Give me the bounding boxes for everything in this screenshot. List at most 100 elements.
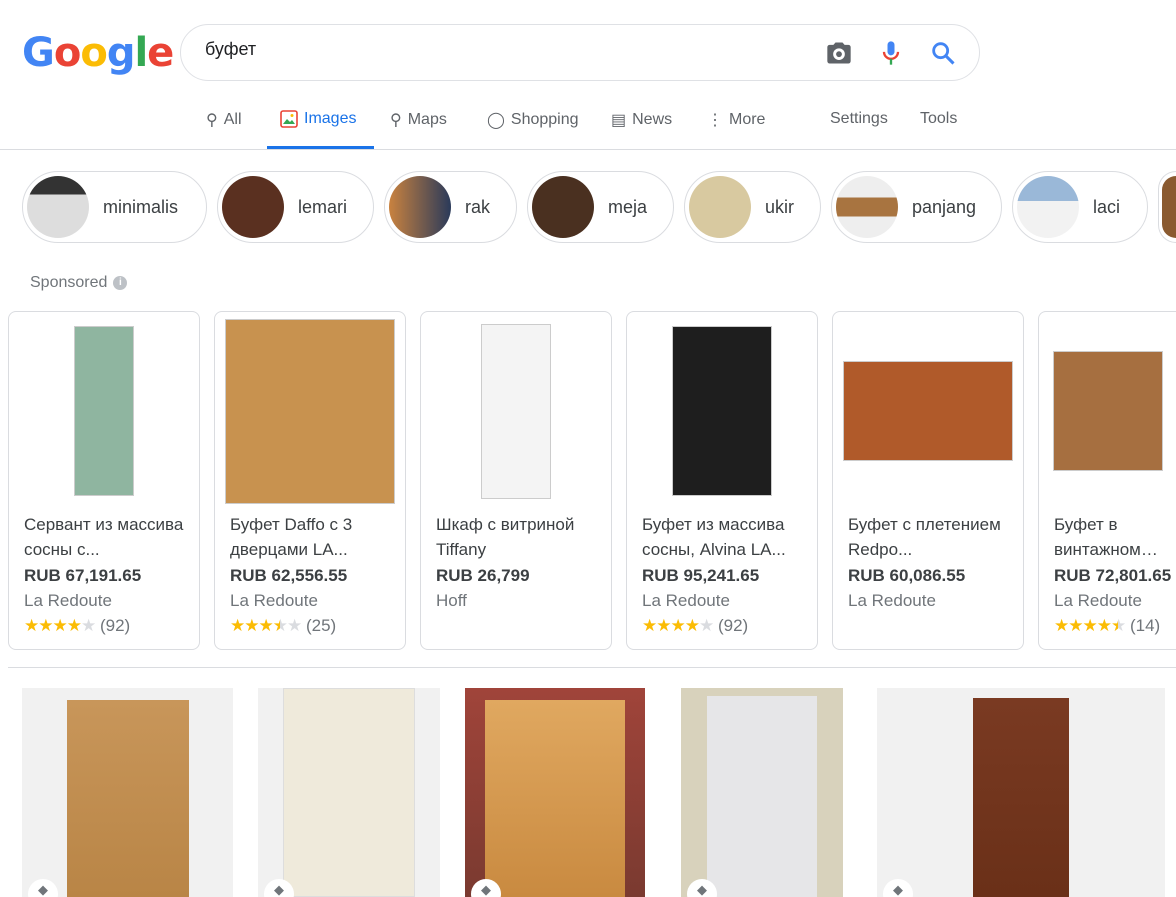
result-image [485, 700, 625, 897]
image-result[interactable]: ◆ [258, 688, 440, 897]
rating-stars: ★★★★★ [230, 616, 302, 635]
chip-label: panjang [912, 196, 977, 217]
chip-label: minimalis [103, 196, 179, 217]
settings-label: Settings [830, 110, 888, 127]
tab-label: Images [304, 110, 357, 127]
product-rating: ★★★★★ (92) [642, 616, 748, 636]
product-merchant: La Redoute [1054, 591, 1142, 610]
product-merchant: La Redoute [230, 591, 318, 610]
result-image [283, 688, 415, 897]
image-result[interactable]: ◆ [681, 688, 843, 897]
tab-news[interactable]: ▤ News [611, 110, 672, 130]
product-card[interactable]: Буфет с плетением Redpo... RUB 60,086.55… [832, 311, 1024, 650]
product-merchant: Hoff [436, 591, 467, 610]
product-rating: ★★★★★ (14) [1054, 616, 1160, 636]
tag-icon: ◆ [883, 879, 913, 897]
product-title: Буфет из массива сосны, Alvina LA... [642, 515, 786, 559]
tab-label: Shopping [510, 111, 579, 128]
rating-stars: ★★★★★ [1054, 616, 1126, 635]
product-merchant: La Redoute [24, 591, 112, 610]
result-image [66, 700, 189, 897]
chip-label: laci [1093, 196, 1121, 217]
chip-label: rak [465, 196, 491, 217]
product-price: RUB 72,801.65 [1054, 566, 1172, 585]
chip-rak[interactable]: rak [384, 171, 517, 243]
tab-label: Maps [407, 111, 447, 128]
product-title: Буфет с плетением Redpo... [848, 515, 1001, 559]
news-icon: ▤ [611, 112, 627, 129]
product-card[interactable]: Буфет в винтажном сти... RUB 72,801.65 L… [1038, 311, 1176, 650]
product-rating: ★★★★★ (92) [24, 616, 130, 636]
chip-lemari[interactable]: lemari [217, 171, 374, 243]
product-price: RUB 60,086.55 [848, 566, 966, 585]
product-title: Буфет в винтажном сти... [1054, 515, 1141, 559]
chip-label: meja [608, 196, 648, 217]
tab-maps[interactable]: ⚲ Maps [390, 110, 447, 130]
search-icon[interactable] [929, 39, 957, 67]
product-merchant: La Redoute [848, 591, 936, 610]
product-title: Буфет Daffo с 3 дверцами LA... [230, 515, 353, 559]
product-card[interactable]: Буфет из массива сосны, Alvina LA... RUB… [626, 311, 818, 650]
tab-more[interactable]: ⋮ More [707, 110, 765, 130]
chip-meja[interactable]: meja [527, 171, 674, 243]
product-card[interactable]: Сервант из массива сосны с... RUB 67,191… [8, 311, 200, 650]
chip-thumbnail [1017, 176, 1079, 238]
chip-laci[interactable]: laci [1012, 171, 1148, 243]
chip-minimalis[interactable]: minimalis [22, 171, 207, 243]
rating-stars: ★★★★★ [642, 616, 714, 635]
product-price: RUB 67,191.65 [24, 566, 142, 585]
tab-shopping[interactable]: ◯ Shopping [487, 110, 579, 130]
product-title: Сервант из массива сосны с... [24, 515, 184, 559]
product-card[interactable]: Шкаф с витриной Tiffany RUB 26,799 Hoff [420, 311, 612, 650]
review-count: (92) [717, 616, 749, 635]
image-result[interactable]: ◆ [877, 688, 1165, 897]
product-image [9, 312, 199, 502]
google-logo[interactable]: Google [22, 30, 174, 76]
image-result[interactable]: ◆ [465, 688, 645, 897]
tab-label: News [632, 111, 673, 128]
product-image [1039, 312, 1176, 502]
chip-label: lemari [298, 196, 348, 217]
product-card[interactable]: Буфет Daffo с 3 дверцами LA... RUB 62,55… [214, 311, 406, 650]
tab-label: More [729, 111, 766, 128]
review-count: (92) [99, 616, 131, 635]
camera-icon[interactable] [825, 39, 853, 67]
tools-link[interactable]: Tools [920, 110, 957, 128]
chip-label: ukir [765, 196, 795, 217]
product-rating: ★★★★★ (25) [230, 616, 336, 636]
product-price: RUB 62,556.55 [230, 566, 348, 585]
info-icon[interactable]: i [113, 276, 128, 290]
search-icon: ⚲ [206, 112, 218, 129]
sponsored-label: Sponsored i [30, 274, 128, 292]
chip-thumbnail [222, 176, 284, 238]
product-image [627, 312, 817, 502]
chip-panjang[interactable]: panjang [831, 171, 1002, 243]
tools-label: Tools [920, 110, 958, 127]
product-image [215, 312, 405, 504]
result-image [973, 698, 1069, 897]
product-merchant: La Redoute [642, 591, 730, 610]
map-pin-icon: ⚲ [390, 112, 402, 129]
rating-stars: ★★★★★ [24, 616, 96, 635]
header-divider [0, 149, 1176, 150]
chip-thumbnail [689, 176, 751, 238]
chip-ukir[interactable]: ukir [684, 171, 821, 243]
chip-thumbnail [27, 176, 89, 238]
product-title: Шкаф с витриной Tiffany [436, 515, 575, 559]
chip-thumbnail [389, 176, 451, 238]
image-result[interactable]: ◆ [22, 688, 233, 897]
product-price: RUB 95,241.65 [642, 566, 760, 585]
chip-thumbnail [836, 176, 898, 238]
settings-link[interactable]: Settings [830, 110, 888, 128]
microphone-icon[interactable] [877, 39, 905, 67]
product-image [833, 312, 1023, 502]
tab-images[interactable]: Images [280, 110, 356, 128]
search-input[interactable] [205, 39, 765, 60]
tab-label: All [223, 111, 242, 128]
tab-all[interactable]: ⚲ All [206, 110, 242, 130]
more-vert-icon: ⋮ [707, 112, 723, 129]
chip-more[interactable] [1158, 171, 1176, 243]
product-image [421, 312, 611, 502]
search-box [180, 24, 980, 81]
chip-thumbnail [532, 176, 594, 238]
